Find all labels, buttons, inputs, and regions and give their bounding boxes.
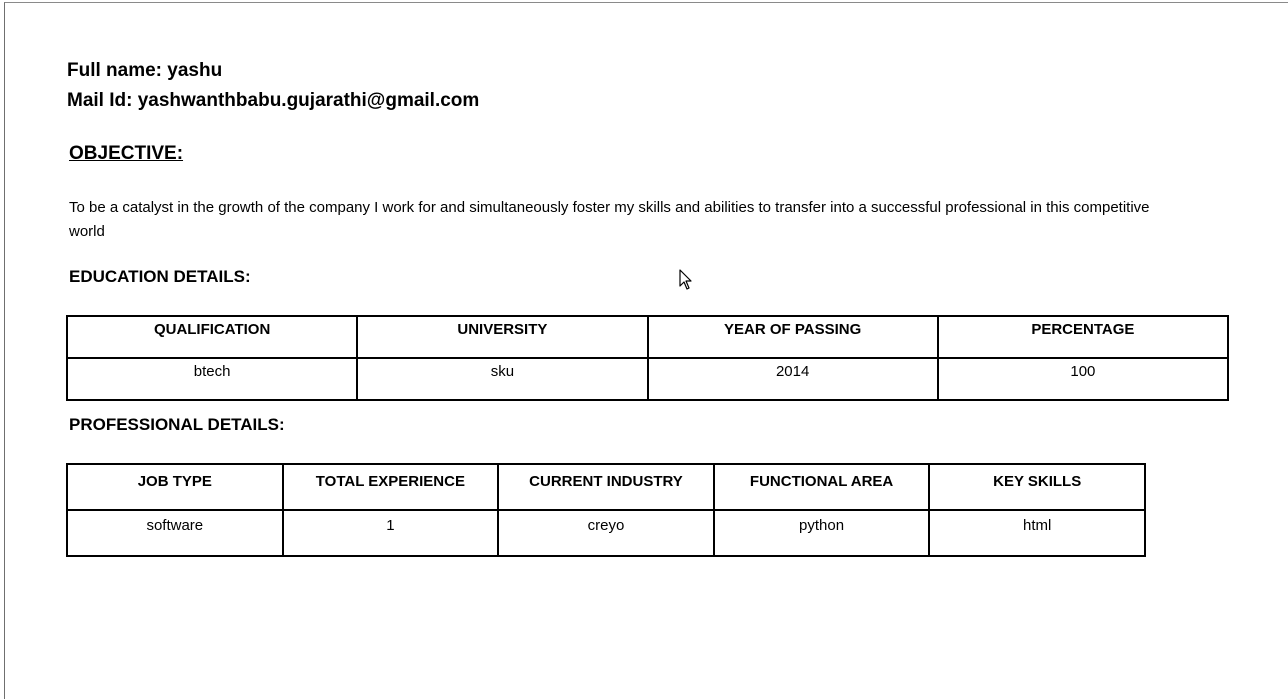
mouse-pointer-icon — [679, 269, 692, 290]
professional-header-row: JOB TYPE TOTAL EXPERIENCE CURRENT INDUST… — [66, 463, 1146, 511]
column-header-job-type: JOB TYPE — [66, 463, 284, 511]
cell-key-skills: html — [928, 509, 1146, 557]
column-header-year-of-passing: YEAR OF PASSING — [646, 315, 939, 359]
table-row: software 1 creyo python html — [66, 509, 1146, 557]
column-header-current-industry: CURRENT INDUSTRY — [497, 463, 715, 511]
cell-current-industry: creyo — [497, 509, 715, 557]
full-name-line: Full name: yashu — [67, 60, 223, 81]
objective-text: To be a catalyst in the growth of the co… — [69, 199, 1150, 240]
column-header-key-skills: KEY SKILLS — [928, 463, 1146, 511]
cell-functional-area: python — [712, 509, 931, 557]
table-row: btech sku 2014 100 — [65, 357, 1230, 401]
document-page: Full name: yashu Mail Id: yashwanthbabu.… — [4, 2, 1288, 699]
column-header-percentage: PERCENTAGE — [936, 315, 1230, 359]
education-table: QUALIFICATION UNIVERSITY YEAR OF PASSING… — [65, 315, 1230, 401]
cell-total-experience: 1 — [281, 509, 500, 557]
cell-university: sku — [356, 357, 649, 401]
column-header-total-experience: TOTAL EXPERIENCE — [281, 463, 500, 511]
mail-id-line: Mail Id: yashwanthbabu.gujarathi@gmail.c… — [67, 90, 480, 111]
cell-year-of-passing: 2014 — [646, 357, 939, 401]
cell-qualification: btech — [65, 357, 359, 401]
education-header-row: QUALIFICATION UNIVERSITY YEAR OF PASSING… — [65, 315, 1230, 359]
column-header-functional-area: FUNCTIONAL AREA — [712, 463, 931, 511]
professional-table: JOB TYPE TOTAL EXPERIENCE CURRENT INDUST… — [66, 463, 1146, 557]
education-details-heading: EDUCATION DETAILS: — [69, 267, 251, 286]
professional-details-heading: PROFESSIONAL DETAILS: — [69, 415, 285, 434]
objective-heading: OBJECTIVE: — [69, 143, 184, 164]
column-header-qualification: QUALIFICATION — [65, 315, 359, 359]
cell-percentage: 100 — [936, 357, 1230, 401]
column-header-university: UNIVERSITY — [356, 315, 649, 359]
cell-job-type: software — [66, 509, 284, 557]
